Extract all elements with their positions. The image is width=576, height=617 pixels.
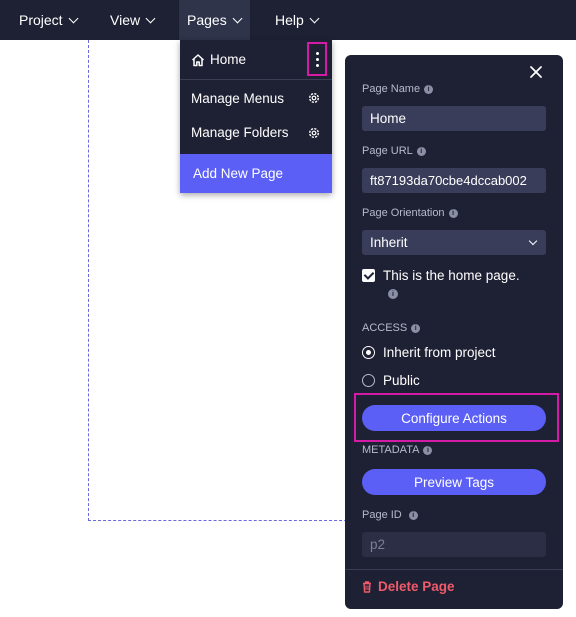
page-id-label: Page ID i	[362, 509, 418, 521]
menu-help-label: Help	[275, 12, 304, 28]
dropdown-home-label: Home	[210, 52, 247, 67]
pages-dropdown: Home Manage Menus Manage Folders Add New…	[180, 40, 332, 193]
menu-pages[interactable]: Pages	[179, 0, 250, 40]
add-new-page-button[interactable]: Add New Page	[180, 154, 332, 193]
access-public-label: Public	[383, 373, 420, 388]
info-icon[interactable]: i	[424, 84, 434, 94]
home-page-checkbox[interactable]	[362, 269, 375, 282]
menu-project[interactable]: Project	[11, 0, 85, 40]
metadata-label-text: METADATA	[362, 444, 420, 456]
menu-project-label: Project	[19, 12, 63, 28]
gear-icon[interactable]	[307, 126, 321, 140]
gear-icon[interactable]	[307, 91, 321, 105]
radio-public[interactable]	[362, 374, 375, 387]
page-id-label-text: Page ID	[362, 509, 402, 521]
access-inherit-label: Inherit from project	[383, 345, 496, 360]
menu-pages-label: Pages	[187, 12, 227, 28]
page-url-input[interactable]: ft87193da70cbe4dccab002	[362, 168, 546, 193]
page-name-label-text: Page Name	[362, 83, 421, 95]
page-name-label: Page Name i	[362, 83, 434, 95]
page-orientation-label: Page Orientation i	[362, 207, 458, 219]
page-id-field: p2	[362, 532, 546, 557]
manage-folders-label: Manage Folders	[191, 125, 289, 140]
dropdown-item-manage-folders[interactable]: Manage Folders	[180, 115, 332, 150]
menu-view[interactable]: View	[102, 0, 162, 40]
kebab-menu-icon[interactable]	[307, 42, 327, 76]
preview-tags-button[interactable]: Preview Tags	[362, 469, 546, 495]
page-orientation-label-text: Page Orientation	[362, 207, 445, 219]
page-orientation-select[interactable]: Inherit	[362, 230, 546, 255]
close-icon[interactable]	[529, 65, 543, 79]
page-url-label-text: Page URL	[362, 145, 413, 157]
home-page-checkbox-row[interactable]: This is the home page.	[362, 268, 520, 283]
info-icon[interactable]: i	[408, 510, 418, 520]
chevron-down-icon	[68, 13, 79, 23]
page-url-label: Page URL i	[362, 145, 426, 157]
access-label-text: ACCESS	[362, 322, 408, 334]
access-option-inherit[interactable]: Inherit from project	[362, 345, 496, 360]
info-icon[interactable]: i	[423, 445, 433, 455]
dropdown-item-home[interactable]: Home	[180, 40, 332, 80]
access-label: ACCESS i	[362, 322, 421, 334]
radio-inherit[interactable]	[362, 346, 375, 359]
trash-icon	[363, 580, 371, 593]
page-url-value: ft87193da70cbe4dccab002	[370, 173, 527, 188]
chevron-down-icon	[309, 13, 320, 23]
top-menu-bar: Project View Pages Help	[0, 0, 576, 40]
chevron-down-icon	[232, 13, 243, 23]
info-icon[interactable]: i	[448, 208, 458, 218]
manage-menus-label: Manage Menus	[191, 90, 285, 106]
info-icon[interactable]: i	[411, 323, 421, 333]
delete-page-button[interactable]: Delete Page	[362, 579, 455, 594]
dropdown-item-manage-menus[interactable]: Manage Menus	[180, 81, 332, 115]
preview-tags-label: Preview Tags	[413, 474, 495, 490]
access-option-public[interactable]: Public	[362, 373, 420, 388]
info-icon[interactable]: i	[416, 146, 426, 156]
panel-divider	[345, 569, 563, 570]
page-name-input[interactable]: Home	[362, 106, 546, 131]
chevron-down-icon	[145, 13, 156, 23]
delete-page-label: Delete Page	[378, 579, 455, 594]
page-name-value: Home	[370, 111, 407, 126]
page-orientation-value: Inherit	[370, 235, 408, 250]
chevron-down-icon	[528, 236, 538, 246]
page-settings-panel: Page Name i Home Page URL i ft87193da70c…	[345, 55, 563, 609]
menu-view-label: View	[110, 12, 141, 28]
home-page-checkbox-label: This is the home page.	[383, 268, 520, 283]
metadata-label: METADATA i	[362, 444, 433, 456]
page-id-value: p2	[370, 537, 386, 552]
menu-help[interactable]: Help	[267, 0, 326, 40]
add-new-page-label: Add New Page	[193, 166, 284, 181]
info-icon[interactable]: i	[388, 289, 398, 299]
configure-actions-highlight	[354, 393, 559, 442]
home-icon	[191, 53, 205, 66]
